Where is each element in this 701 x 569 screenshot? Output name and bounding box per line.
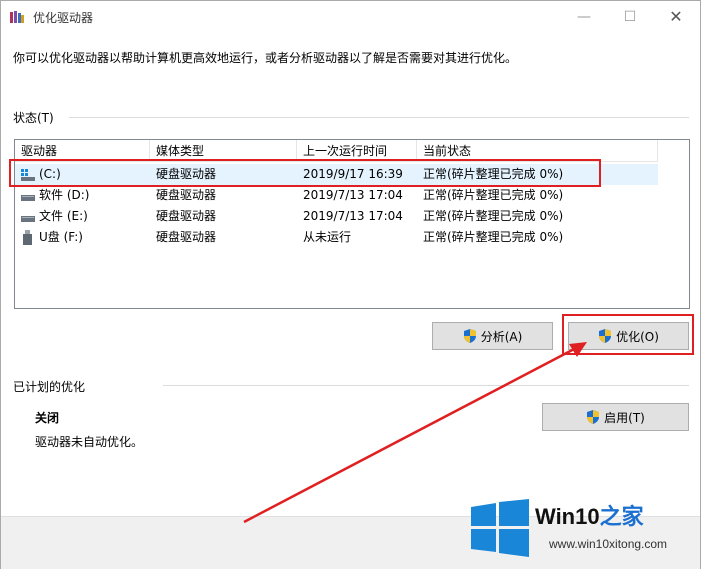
windows-logo-icon xyxy=(471,499,529,557)
annotation-arrow xyxy=(243,342,587,524)
watermark-brand: Win10之家 xyxy=(535,499,644,531)
watermark: Win10之家 www.win10xitong.com xyxy=(469,495,701,569)
watermark-url: www.win10xitong.com xyxy=(549,537,668,551)
watermark-brand-name: Win10 xyxy=(535,504,600,529)
optimize-drives-window: 优化驱动器 — ☐ ✕ 你可以优化驱动器以帮助计算机更高效地运行，或者分析驱动器… xyxy=(0,0,701,569)
watermark-brand-suffix: 之家 xyxy=(599,504,644,529)
